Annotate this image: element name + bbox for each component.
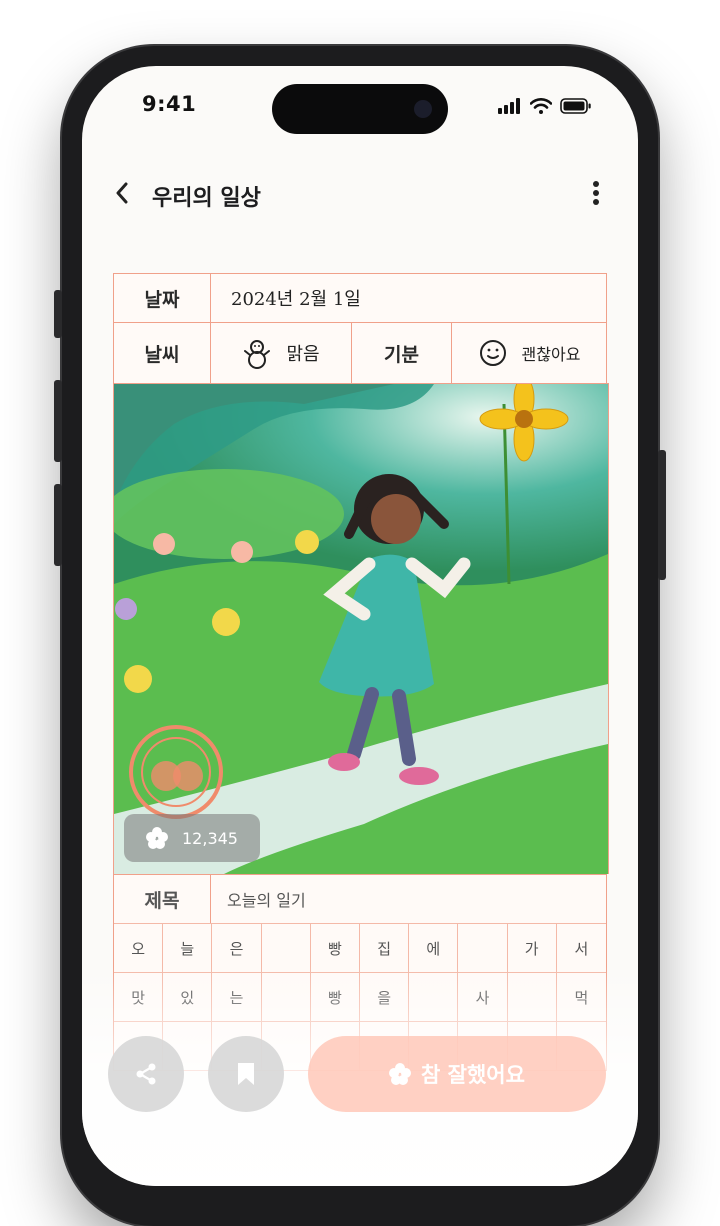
snowman-icon	[244, 340, 271, 369]
page-title: 우리의 일상	[152, 186, 261, 211]
date-value: 2024년 2월 1일	[231, 289, 361, 310]
manuscript-cell: 는	[212, 972, 262, 1021]
picture-diary: 날짜 2024년 2월 1일 날씨 맑음 기분 괜찮아요 12,345 제목 오…	[113, 273, 609, 1071]
weather-cell[interactable]: 맑음	[211, 323, 352, 383]
weather-mood-row: 날씨 맑음 기분 괜찮아요	[113, 322, 607, 383]
great-job-label: 참 잘했어요	[421, 1063, 525, 1087]
dynamic-island	[272, 84, 448, 134]
manuscript-cell: 먹	[556, 972, 606, 1021]
title-value: 오늘의 일기	[227, 891, 306, 910]
mood-label: 기분	[352, 323, 452, 383]
manuscript-cell: 있	[163, 972, 213, 1021]
bookmark-icon	[238, 1063, 254, 1085]
flower-icon	[389, 1063, 412, 1085]
weather-value: 맑음	[286, 344, 320, 365]
manuscript-cell: 에	[409, 923, 459, 972]
phone-volume-down	[54, 484, 62, 566]
status-icons	[498, 98, 592, 114]
mood-value: 괜찮아요	[521, 345, 581, 364]
manuscript-cell: 을	[360, 972, 410, 1021]
likes-badge[interactable]: 12,345	[124, 814, 260, 862]
battery-icon	[560, 98, 591, 114]
app-screen: 9:41 우리의 일상 날짜 2024년 2월 1일 날씨 맑음 기분 괜찮아요	[82, 66, 638, 1186]
date-label: 날짜	[114, 274, 211, 322]
date-row: 날짜 2024년 2월 1일	[113, 273, 607, 322]
title-label: 제목	[114, 875, 211, 923]
app-header: 우리의 일상	[82, 170, 638, 218]
manuscript-cell	[458, 923, 508, 972]
manuscript-cell	[409, 972, 459, 1021]
bookmark-button[interactable]	[208, 1036, 284, 1112]
signal-icon	[498, 98, 520, 114]
manuscript-cell: 빵	[310, 923, 360, 972]
back-button[interactable]	[114, 180, 130, 212]
mood-cell[interactable]: 괜찮아요	[452, 323, 606, 383]
title-row: 제목 오늘의 일기	[113, 874, 607, 923]
manuscript-cell	[261, 972, 311, 1021]
more-vertical-icon	[588, 181, 604, 205]
weather-label: 날씨	[114, 323, 211, 383]
chevron-left-icon	[116, 182, 128, 204]
phone-power-button	[658, 450, 666, 580]
manuscript-cell: 사	[458, 972, 508, 1021]
likes-count: 12,345	[182, 828, 238, 848]
manuscript-cell: 빵	[310, 972, 360, 1021]
manuscript-cell: 서	[556, 923, 606, 972]
great-job-button[interactable]: 참 잘했어요	[308, 1036, 606, 1112]
phone-volume-up	[54, 380, 62, 462]
smiley-face-icon	[479, 340, 506, 366]
wifi-icon	[530, 98, 552, 114]
manuscript-cell: 늘	[163, 923, 213, 972]
front-camera	[414, 100, 432, 118]
manuscript-cell: 은	[212, 923, 262, 972]
share-icon	[136, 1063, 156, 1085]
manuscript-cell: 오	[114, 923, 164, 972]
more-options-button[interactable]	[588, 178, 604, 210]
manuscript-cell	[261, 923, 311, 972]
diary-illustration[interactable]: 12,345	[113, 383, 609, 874]
phone-side-button	[54, 290, 62, 338]
share-button[interactable]	[108, 1036, 184, 1112]
manuscript-cell: 가	[507, 923, 557, 972]
flower-icon	[146, 827, 168, 849]
status-time: 9:41	[142, 92, 197, 116]
manuscript-cell	[507, 972, 557, 1021]
girl-walking-illustration	[114, 384, 608, 874]
manuscript-cell: 집	[360, 923, 410, 972]
manuscript-cell: 맛	[114, 972, 164, 1021]
